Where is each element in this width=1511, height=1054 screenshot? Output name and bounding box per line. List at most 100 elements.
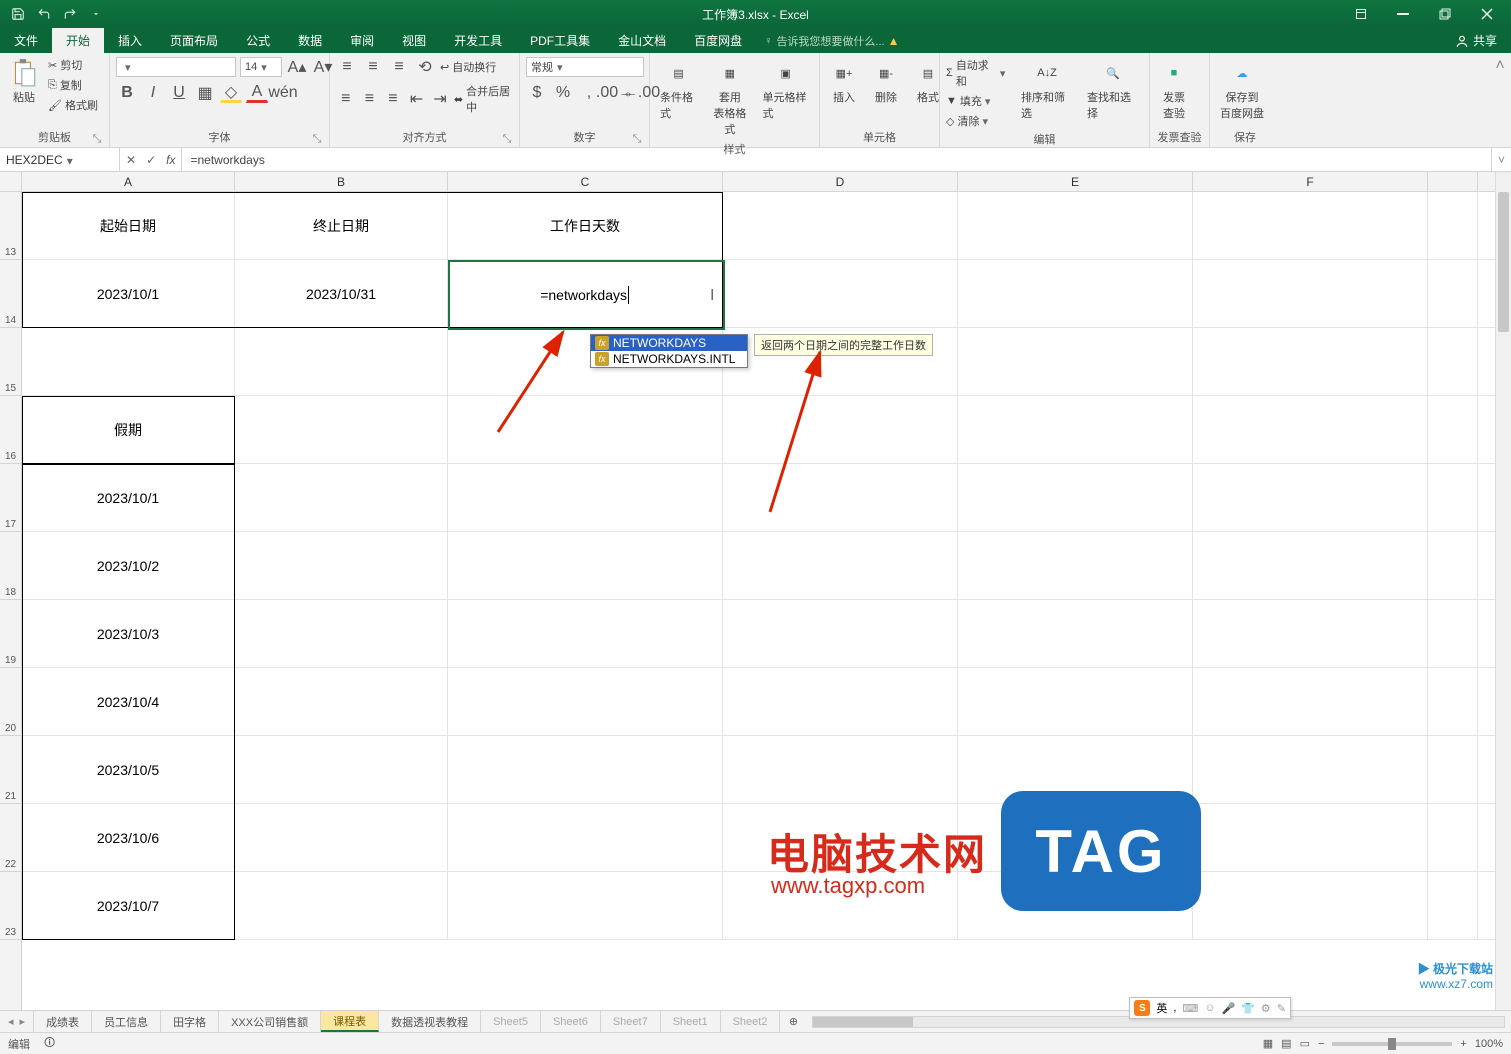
new-sheet-button[interactable]: ⊕ (780, 1011, 806, 1032)
tab-developer[interactable]: 开发工具 (440, 28, 516, 53)
ime-icon[interactable]: ⌨ (1182, 1002, 1198, 1015)
cell[interactable]: 2023/10/2 (22, 532, 235, 599)
ime-icon[interactable]: 🎤 (1222, 1002, 1236, 1015)
grow-font-icon[interactable]: A▴ (286, 57, 308, 77)
col-header-C[interactable]: C (448, 172, 723, 191)
currency-icon[interactable]: $ (526, 83, 548, 103)
underline-button[interactable]: U (168, 83, 190, 103)
cell[interactable] (235, 464, 448, 531)
cell[interactable] (1428, 600, 1478, 667)
ime-icon[interactable]: ⚙ (1261, 1002, 1271, 1015)
percent-icon[interactable]: % (552, 83, 574, 103)
share-button[interactable]: 共享 (1441, 28, 1511, 53)
tab-data[interactable]: 数据 (284, 28, 336, 53)
normal-view-icon[interactable]: ▦ (1263, 1037, 1273, 1050)
cell[interactable] (235, 736, 448, 803)
cell[interactable]: 2023/10/6 (22, 804, 235, 871)
font-name-combo[interactable]: ▾ (116, 57, 236, 77)
cell[interactable] (723, 668, 958, 735)
cell[interactable] (448, 464, 723, 531)
cell[interactable] (958, 668, 1193, 735)
sheet-tab[interactable]: 员工信息 (92, 1011, 161, 1032)
cell[interactable] (723, 532, 958, 599)
cell[interactable] (448, 804, 723, 871)
bold-button[interactable]: B (116, 83, 138, 103)
cell[interactable] (1193, 532, 1428, 599)
row-header[interactable]: 20 (0, 668, 21, 736)
scrollbar-thumb[interactable] (813, 1017, 913, 1027)
tab-pdf[interactable]: PDF工具集 (516, 28, 604, 53)
sheet-tab[interactable]: Sheet7 (601, 1011, 661, 1032)
ime-toolbar[interactable]: S 英 , ⌨ ☺ 🎤 👕 ⚙ ✎ (1129, 997, 1291, 1019)
number-format-combo[interactable]: 常规▾ (526, 57, 644, 77)
sort-filter-button[interactable]: A↓Z排序和筛选 (1017, 57, 1077, 123)
inc-indent-icon[interactable]: ⇥ (430, 89, 450, 109)
sheet-tab[interactable]: Sheet2 (721, 1011, 781, 1032)
row-header[interactable]: 22 (0, 804, 21, 872)
cell[interactable] (1428, 532, 1478, 599)
qat-more-icon[interactable] (88, 6, 104, 22)
tab-insert[interactable]: 插入 (104, 28, 156, 53)
dec-indent-icon[interactable]: ⇤ (407, 89, 427, 109)
font-color-button[interactable]: A (246, 83, 268, 103)
cell[interactable] (1428, 736, 1478, 803)
undo-icon[interactable] (36, 6, 52, 22)
cell[interactable] (1193, 464, 1428, 531)
cell[interactable] (723, 396, 958, 463)
italic-button[interactable]: I (142, 83, 164, 103)
phonetic-button[interactable]: wén (272, 83, 294, 103)
minimize-button[interactable] (1383, 2, 1423, 26)
cell[interactable] (1428, 804, 1478, 871)
cell[interactable] (448, 736, 723, 803)
zoom-in-icon[interactable]: + (1460, 1038, 1466, 1050)
cell[interactable]: 2023/10/7 (22, 872, 235, 939)
cell[interactable] (1193, 872, 1428, 939)
ime-lang[interactable]: 英 (1156, 1000, 1167, 1016)
close-button[interactable] (1467, 2, 1507, 26)
select-all-corner[interactable] (0, 172, 22, 191)
ime-icon[interactable]: ✎ (1277, 1002, 1286, 1015)
wrap-text-button[interactable]: ↩自动换行 (440, 59, 496, 75)
col-header-E[interactable]: E (958, 172, 1193, 191)
chevron-left-icon[interactable]: ◂ (8, 1015, 14, 1028)
tab-view[interactable]: 视图 (388, 28, 440, 53)
cell[interactable] (1428, 328, 1478, 395)
align-middle-icon[interactable]: ≡ (362, 57, 384, 77)
col-header-F[interactable]: F (1193, 172, 1428, 191)
ime-icon[interactable]: ☺ (1204, 1002, 1215, 1014)
dialog-launcher-icon[interactable]: ⤡ (631, 133, 643, 145)
cell[interactable] (235, 872, 448, 939)
ime-punct[interactable]: , (1173, 1002, 1176, 1014)
find-select-button[interactable]: 🔍查找和选择 (1083, 57, 1143, 123)
cell[interactable] (958, 396, 1193, 463)
redo-icon[interactable] (62, 6, 78, 22)
cell[interactable] (1428, 872, 1478, 939)
row-header[interactable]: 16 (0, 396, 21, 464)
sheet-tab[interactable]: 成绩表 (34, 1011, 92, 1032)
autosum-button[interactable]: Σ自动求和▾ (946, 57, 1011, 89)
align-center-icon[interactable]: ≡ (360, 89, 380, 109)
vertical-scrollbar[interactable] (1495, 172, 1511, 1010)
tab-baidu[interactable]: 百度网盘 (680, 28, 756, 53)
cell[interactable] (723, 600, 958, 667)
tell-me[interactable]: ♀ 告诉我您想要做什么... (764, 28, 884, 53)
cell[interactable]: 终止日期 (235, 192, 448, 259)
dialog-launcher-icon[interactable]: ⤡ (501, 133, 513, 145)
cell[interactable] (958, 600, 1193, 667)
row-header[interactable]: 23 (0, 872, 21, 940)
tab-review[interactable]: 审阅 (336, 28, 388, 53)
col-header-blank[interactable] (1428, 172, 1478, 191)
cell[interactable] (235, 532, 448, 599)
cell[interactable] (723, 192, 958, 259)
conditional-format-button[interactable]: ▤条件格式 (656, 57, 701, 123)
paste-button[interactable]: 粘贴 (6, 57, 42, 107)
suggest-item[interactable]: fxNETWORKDAYS.INTL (591, 351, 747, 367)
cell[interactable] (1193, 328, 1428, 395)
cell[interactable] (958, 192, 1193, 259)
tab-wps[interactable]: 金山文档 (604, 28, 680, 53)
format-as-table-button[interactable]: ▦套用 表格格式 (707, 57, 752, 139)
sheet-tab[interactable]: XXX公司销售额 (219, 1011, 321, 1032)
tab-layout[interactable]: 页面布局 (156, 28, 232, 53)
format-painter-button[interactable]: 🖌格式刷 (48, 97, 98, 113)
active-cell[interactable]: =networkdays (448, 260, 725, 330)
